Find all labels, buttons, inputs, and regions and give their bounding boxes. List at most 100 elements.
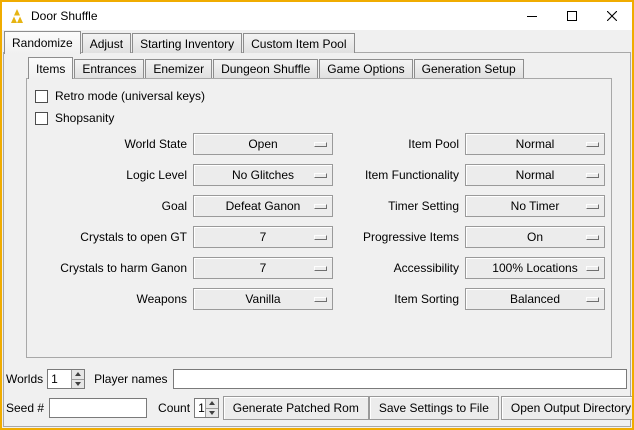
tab-label: Entrances (82, 62, 136, 76)
window-title: Door Shuffle (31, 9, 512, 23)
menu-indicator-icon (586, 297, 599, 302)
item-functionality-dropdown[interactable]: Normal (465, 164, 605, 186)
world-state-label: World State (35, 133, 187, 155)
player-names-label: Player names (94, 372, 167, 386)
menu-indicator-icon (586, 266, 599, 271)
goal-dropdown[interactable]: Defeat Ganon (193, 195, 333, 217)
tab-label: Adjust (90, 37, 123, 51)
tab-items[interactable]: Items (28, 57, 73, 79)
menu-indicator-icon (586, 235, 599, 240)
triforce-icon (9, 8, 25, 24)
dropdown-value: No Timer (511, 199, 560, 213)
inner-tab-bar: Items Entrances Enemizer Dungeon Shuffle… (28, 58, 525, 78)
player-names-input[interactable] (173, 369, 628, 389)
menu-indicator-icon (314, 173, 327, 178)
close-button[interactable] (592, 2, 632, 30)
tab-custom-item-pool[interactable]: Custom Item Pool (243, 33, 354, 53)
spin-arrows (71, 370, 84, 388)
accessibility-dropdown[interactable]: 100% Locations (465, 257, 605, 279)
crystals-ganon-label: Crystals to harm Ganon (35, 257, 187, 279)
spin-arrows (205, 399, 218, 417)
spin-up-icon[interactable] (71, 370, 84, 379)
tab-starting-inventory[interactable]: Starting Inventory (132, 33, 242, 53)
options-grid: World State Open Item Pool Normal Logic … (35, 133, 611, 310)
dropdown-value: 7 (260, 261, 267, 275)
dropdown-value: On (527, 230, 543, 244)
checkbox-label: Retro mode (universal keys) (55, 89, 205, 103)
timer-setting-dropdown[interactable]: No Timer (465, 195, 605, 217)
dropdown-value: 7 (260, 230, 267, 244)
checkbox-box[interactable] (35, 90, 48, 103)
progressive-items-dropdown[interactable]: On (465, 226, 605, 248)
dropdown-value: Normal (516, 137, 555, 151)
menu-indicator-icon (586, 204, 599, 209)
worlds-row: Worlds 1 Player names (6, 368, 627, 390)
checkbox-label: Shopsanity (55, 111, 114, 125)
worlds-spinbox[interactable]: 1 (47, 369, 85, 389)
tab-enemizer[interactable]: Enemizer (145, 59, 212, 78)
tab-game-options[interactable]: Game Options (319, 59, 412, 78)
tab-adjust[interactable]: Adjust (82, 33, 131, 53)
item-pool-dropdown[interactable]: Normal (465, 133, 605, 155)
item-sorting-dropdown[interactable]: Balanced (465, 288, 605, 310)
tab-label: Dungeon Shuffle (221, 62, 310, 76)
save-settings-button[interactable]: Save Settings to File (369, 396, 499, 420)
item-sorting-label: Item Sorting (339, 288, 459, 310)
dropdown-value: Open (248, 137, 277, 151)
tab-dungeon-shuffle[interactable]: Dungeon Shuffle (213, 59, 318, 78)
tab-randomize[interactable]: Randomize (4, 31, 81, 54)
tab-label: Randomize (12, 36, 73, 50)
retro-mode-checkbox[interactable]: Retro mode (universal keys) (35, 85, 611, 107)
crystals-gt-dropdown[interactable]: 7 (193, 226, 333, 248)
tab-label: Items (36, 62, 65, 76)
outer-tab-bar: Randomize Adjust Starting Inventory Cust… (4, 31, 356, 53)
maximize-button[interactable] (552, 2, 592, 30)
dropdown-value: Vanilla (245, 292, 280, 306)
spin-down-icon[interactable] (71, 379, 84, 389)
accessibility-label: Accessibility (339, 257, 459, 279)
window: Door Shuffle Randomize Adjust Starting I… (0, 0, 634, 430)
crystals-gt-label: Crystals to open GT (35, 226, 187, 248)
tab-entrances[interactable]: Entrances (74, 59, 144, 78)
tab-label: Generation Setup (422, 62, 516, 76)
tab-label: Starting Inventory (140, 37, 234, 51)
tab-label: Custom Item Pool (251, 37, 346, 51)
menu-indicator-icon (314, 235, 327, 240)
weapons-dropdown[interactable]: Vanilla (193, 288, 333, 310)
item-functionality-label: Item Functionality (339, 164, 459, 186)
menu-indicator-icon (314, 204, 327, 209)
window-controls (512, 2, 632, 30)
menu-indicator-icon (314, 266, 327, 271)
count-label: Count (158, 401, 190, 415)
open-output-directory-button[interactable]: Open Output Directory (501, 396, 634, 420)
tab-generation-setup[interactable]: Generation Setup (414, 59, 524, 78)
count-value: 1 (195, 399, 205, 417)
checkbox-box[interactable] (35, 112, 48, 125)
crystals-ganon-dropdown[interactable]: 7 (193, 257, 333, 279)
dropdown-value: 100% Locations (492, 261, 577, 275)
generate-patched-rom-button[interactable]: Generate Patched Rom (223, 396, 369, 420)
dropdown-value: Balanced (510, 292, 560, 306)
worlds-value: 1 (48, 370, 71, 388)
tab-label: Game Options (327, 62, 404, 76)
item-pool-label: Item Pool (339, 133, 459, 155)
menu-indicator-icon (314, 297, 327, 302)
seed-input[interactable] (49, 398, 147, 418)
worlds-label: Worlds (6, 372, 43, 386)
spin-up-icon[interactable] (205, 399, 218, 408)
goal-label: Goal (35, 195, 187, 217)
logic-level-dropdown[interactable]: No Glitches (193, 164, 333, 186)
count-spinbox[interactable]: 1 (194, 398, 219, 418)
timer-setting-label: Timer Setting (339, 195, 459, 217)
minimize-button[interactable] (512, 2, 552, 30)
dropdown-value: Normal (516, 168, 555, 182)
weapons-label: Weapons (35, 288, 187, 310)
dropdown-value: Defeat Ganon (226, 199, 301, 213)
spin-down-icon[interactable] (205, 408, 218, 418)
tab-label: Enemizer (153, 62, 204, 76)
world-state-dropdown[interactable]: Open (193, 133, 333, 155)
progressive-items-label: Progressive Items (339, 226, 459, 248)
seed-row: Seed # Count 1 Generate Patched Rom Save… (6, 396, 627, 420)
menu-indicator-icon (314, 142, 327, 147)
shopsanity-checkbox[interactable]: Shopsanity (35, 107, 611, 129)
